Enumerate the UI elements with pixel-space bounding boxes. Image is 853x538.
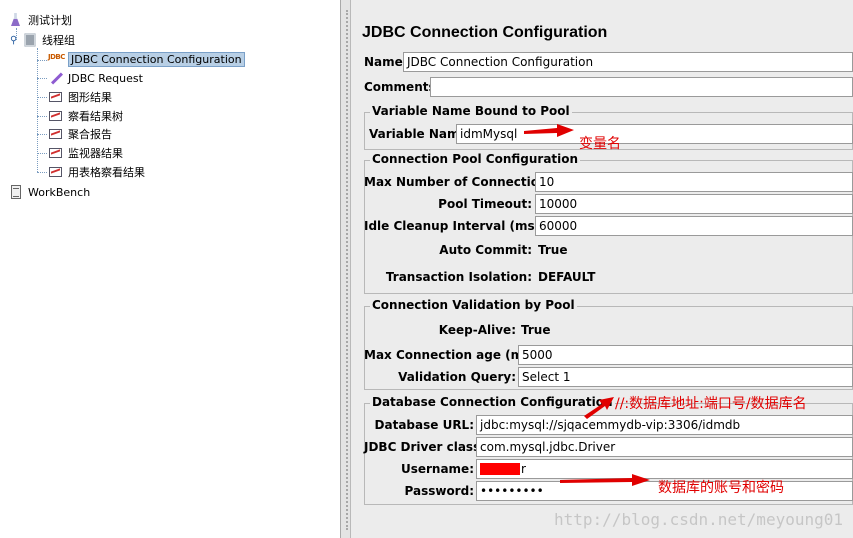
max-connection-age-label: Max Connection age (ms): <box>364 348 541 362</box>
tree-node-monitor-results[interactable]: 监视器结果 <box>48 144 123 162</box>
tree-node-jdbc-config[interactable]: JDBC Connection Configuration <box>48 50 245 68</box>
max-connections-input[interactable]: 10 <box>535 172 853 192</box>
validation-query-input[interactable]: Select 1 <box>518 367 853 387</box>
keep-alive-select[interactable]: True <box>521 320 550 340</box>
monitor-results-icon <box>48 145 64 161</box>
annotation-account: 数据库的账号和密码 <box>658 480 784 496</box>
tree-node-jdbc-request[interactable]: JDBC Request <box>48 69 143 87</box>
jdbc-driver-label: JDBC Driver class: <box>364 440 486 454</box>
tree-node-label: 线程组 <box>42 34 75 47</box>
comments-label: Comments: <box>364 80 441 94</box>
name-label: Name: <box>364 55 408 69</box>
transaction-isolation-label: Transaction Isolation: <box>385 270 532 284</box>
results-tree-icon <box>48 108 64 124</box>
idle-cleanup-input[interactable]: 60000 <box>535 216 853 236</box>
password-label: Password: <box>404 484 475 498</box>
name-input[interactable]: JDBC Connection Configuration <box>403 52 853 72</box>
page-title: JDBC Connection Configuration <box>362 24 608 41</box>
tree-node-label: 用表格察看结果 <box>68 166 145 179</box>
comments-input[interactable] <box>430 77 853 97</box>
watermark: http://blog.csdn.net/meyoung01 <box>554 510 843 529</box>
group-legend: Connection Validation by Pool <box>370 298 577 312</box>
tree-node-label: 察看结果树 <box>68 110 123 123</box>
expand-toggle-icon[interactable]: ⚲ <box>10 35 22 46</box>
tree-node-aggregate-report[interactable]: 聚合报告 <box>48 125 112 143</box>
database-url-label: Database URL: <box>374 418 474 432</box>
tree-node-label: 聚合报告 <box>68 128 112 141</box>
graph-results-icon <box>48 89 64 105</box>
tree-node-label: JDBC Request <box>68 71 143 85</box>
pen-icon <box>48 70 64 86</box>
aggregate-report-icon <box>48 126 64 142</box>
config-panel: JDBC Connection Configuration Name: JDBC… <box>352 0 853 538</box>
tree-node-table-results[interactable]: 用表格察看结果 <box>48 163 145 181</box>
idle-cleanup-label: Idle Cleanup Interval (ms): <box>364 219 545 233</box>
annotation-variable-name: 变量名 <box>579 136 621 152</box>
validation-query-label: Validation Query: <box>398 370 516 384</box>
tree-node-label: 监视器结果 <box>68 147 123 160</box>
max-connection-age-input[interactable]: 5000 <box>518 345 853 365</box>
jdbc-driver-input[interactable]: com.mysql.jdbc.Driver <box>476 437 853 457</box>
auto-commit-label: Auto Commit: <box>439 243 532 257</box>
tree-node-label: 图形结果 <box>68 91 112 104</box>
tree-connector <box>37 60 47 61</box>
tree-node-label: WorkBench <box>28 185 91 199</box>
tree-connector <box>37 172 47 173</box>
group-legend: Variable Name Bound to Pool <box>370 104 572 118</box>
annotation-url-format: //:数据库地址:端口号/数据库名 <box>615 396 807 412</box>
tree-node-label: JDBC Connection Configuration <box>68 51 245 67</box>
variable-name-input[interactable]: idmMysql <box>456 124 853 144</box>
test-plan-tree[interactable]: 测试计划 ⚲ 线程组 JDBC Connection Configuration… <box>0 0 341 538</box>
jdbc-config-icon <box>48 51 65 67</box>
group-legend: Connection Pool Configuration <box>370 152 581 166</box>
tree-connector <box>37 78 47 79</box>
redaction-mask <box>480 463 520 475</box>
max-connections-label: Max Number of Connections: <box>364 175 560 189</box>
table-results-icon <box>48 164 64 180</box>
tree-connector <box>37 116 47 117</box>
tree-node-results-tree[interactable]: 察看结果树 <box>48 107 123 125</box>
tree-connector <box>37 97 47 98</box>
tree-connector <box>37 134 47 135</box>
pool-timeout-label: Pool Timeout: <box>438 197 532 211</box>
keep-alive-label: Keep-Alive: <box>438 323 516 337</box>
tree-node-test-plan[interactable]: 测试计划 <box>8 11 72 29</box>
tree-connector <box>37 153 47 154</box>
tree-node-workbench[interactable]: WorkBench <box>8 183 90 201</box>
tree-node-label: 测试计划 <box>28 14 72 27</box>
splitter-grip <box>346 10 349 530</box>
username-input[interactable]: r <box>476 459 853 479</box>
username-label: Username: <box>400 462 474 476</box>
database-url-input[interactable]: jdbc:mysql://sjqacemmydb-vip:3306/idmdb <box>476 415 853 435</box>
flask-icon <box>8 12 24 28</box>
transaction-isolation-select[interactable]: DEFAULT <box>538 267 596 287</box>
tree-node-graph-results[interactable]: 图形结果 <box>48 88 112 106</box>
group-legend: Database Connection Configuration <box>370 395 615 409</box>
thread-group-icon <box>22 32 38 48</box>
tree-node-thread-group[interactable]: ⚲ 线程组 <box>10 31 75 49</box>
auto-commit-select[interactable]: True <box>538 240 567 260</box>
pool-timeout-input[interactable]: 10000 <box>535 194 853 214</box>
workbench-icon <box>8 184 24 200</box>
